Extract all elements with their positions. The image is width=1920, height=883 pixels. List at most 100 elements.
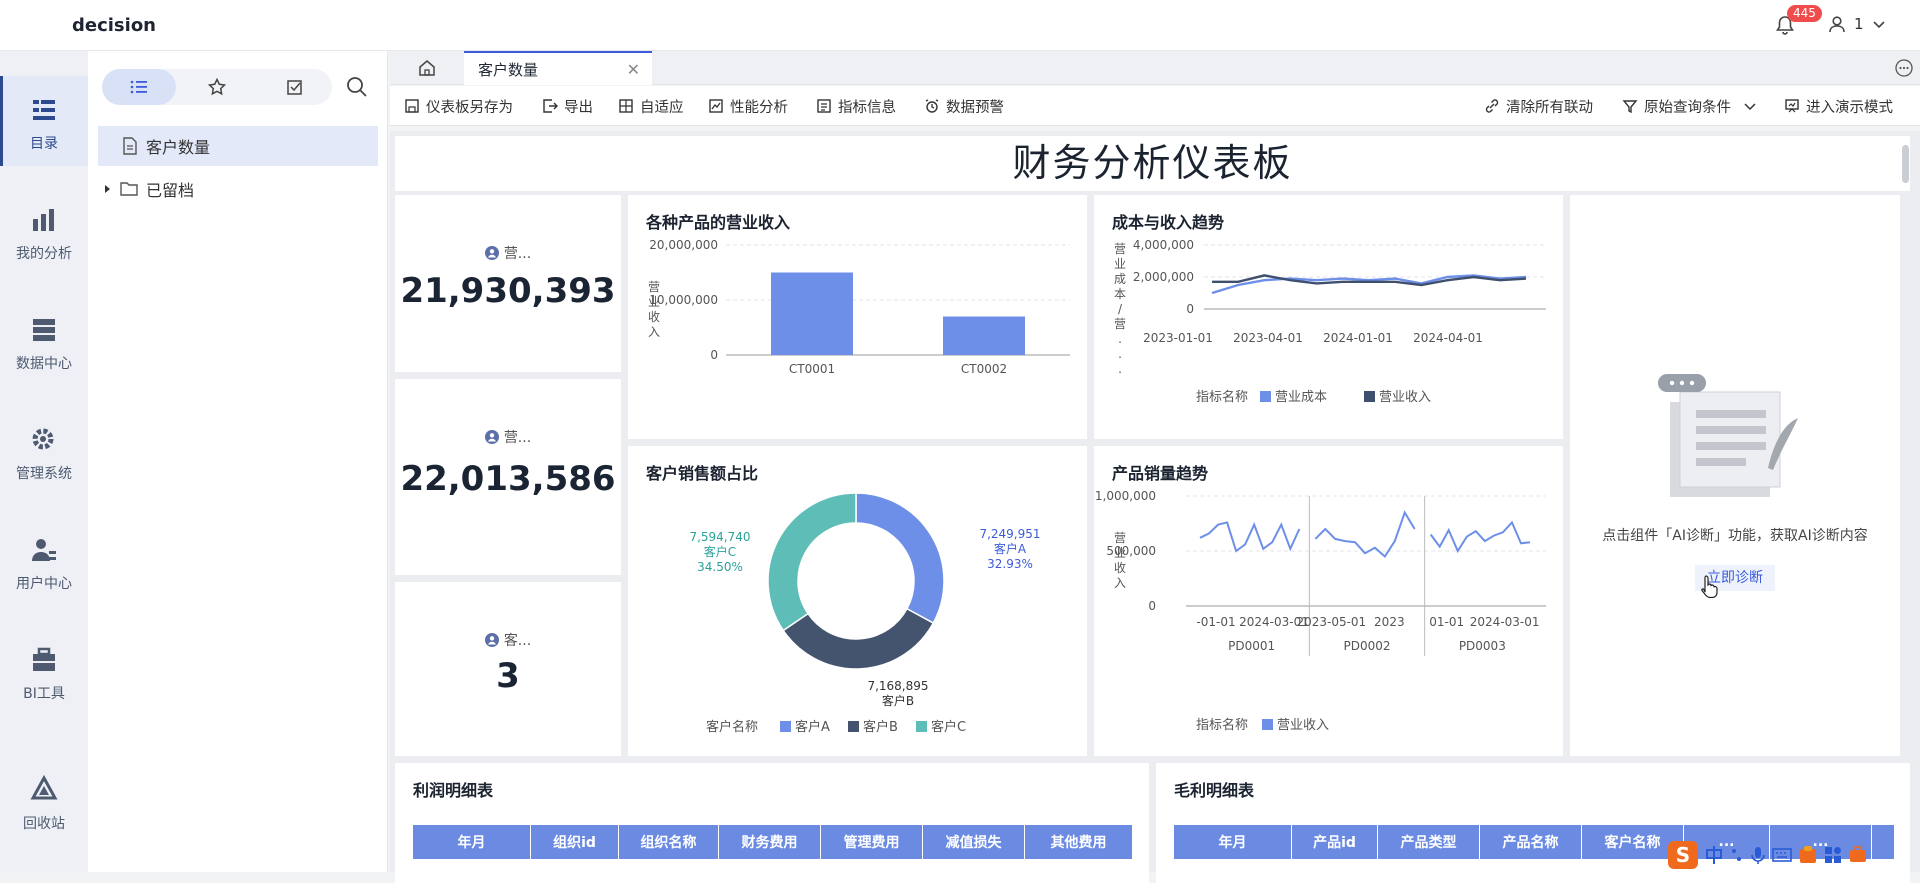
- apps-grid-icon: [1825, 847, 1841, 863]
- list-view-tab[interactable]: [102, 69, 176, 105]
- column-header[interactable]: 年月: [413, 825, 531, 859]
- data-label: 34.50%: [697, 560, 743, 574]
- vertical-scrollbar[interactable]: [1902, 145, 1909, 183]
- nav-item-my-analysis[interactable]: 我的分析: [0, 186, 88, 276]
- product-sales-chart-card[interactable]: 产品销量趋势 1,000,000 500,000 0 营业收入 -01-01 2024-0…: [1094, 446, 1563, 756]
- panel-label: PD0001: [1228, 639, 1275, 653]
- legend-label: 营业收入: [1379, 390, 1431, 405]
- tab-bar: 客户数量 ✕: [390, 51, 1920, 85]
- data-alert-button[interactable]: 数据预警: [924, 86, 1004, 126]
- column-header[interactable]: 组织名称: [619, 825, 719, 859]
- nav-label: 用户中心: [16, 576, 72, 592]
- y-axis-label: .: [1118, 347, 1122, 361]
- nav-label: 回收站: [23, 816, 65, 832]
- panel-label: PD0002: [1343, 639, 1390, 653]
- tab-customer-count[interactable]: 客户数量 ✕: [464, 51, 652, 85]
- presentation-mode-button[interactable]: 进入演示模式: [1784, 86, 1893, 126]
- search-icon[interactable]: [343, 73, 371, 101]
- adapt-icon: [619, 99, 633, 113]
- data-label: 客户C: [704, 544, 736, 559]
- gear-icon: [32, 428, 54, 450]
- y-axis-label: .: [1118, 332, 1122, 346]
- save-as-button[interactable]: 仪表板另存为: [404, 86, 513, 126]
- bar: [771, 272, 853, 355]
- user-menu[interactable]: 1: [1828, 15, 1886, 33]
- close-icon[interactable]: ✕: [627, 60, 640, 79]
- user-circle-icon: [484, 246, 499, 260]
- x-tick-label: 2024-04-01: [1413, 331, 1483, 345]
- data-label: 7,594,740: [689, 530, 750, 544]
- data-label: 客户A: [994, 541, 1027, 556]
- column-header[interactable]: 组织id: [531, 825, 619, 859]
- legend-swatch: [848, 721, 859, 732]
- nav-item-bi-tools[interactable]: BI工具: [0, 626, 88, 716]
- skin-icon: [1800, 846, 1816, 863]
- performance-icon: [709, 99, 723, 113]
- export-icon: [543, 99, 558, 113]
- query-condition-dropdown[interactable]: 原始查询条件: [1622, 86, 1757, 126]
- tree-item-archived[interactable]: 已留档: [98, 169, 378, 209]
- export-button[interactable]: 导出: [542, 86, 593, 126]
- user-circle-icon: [484, 633, 499, 647]
- x-tick-label: 2023-05-01: [1296, 615, 1366, 629]
- x-tick-label: 2023-01-01: [1143, 331, 1213, 345]
- keyboard-icon: [1772, 848, 1792, 862]
- column-header[interactable]: 管理费用: [821, 825, 923, 859]
- customer-share-chart-card[interactable]: 客户销售额占比 7,249,951 客户A 32.93% 7,168,895 客户B 7,…: [628, 446, 1087, 756]
- column-header[interactable]: 产品类型: [1378, 825, 1480, 859]
- save-as-icon: [405, 99, 419, 113]
- nav-item-user-center[interactable]: 用户中心: [0, 516, 88, 606]
- nav-item-management[interactable]: 管理系统: [0, 406, 88, 496]
- series-line: [1199, 521, 1301, 553]
- edit-check-icon: [287, 80, 302, 95]
- chevron-down-icon: [1872, 21, 1885, 29]
- brand-title: decision: [72, 15, 156, 36]
- column-header[interactable]: 其他费用: [1025, 825, 1133, 859]
- nav-label: 目录: [30, 136, 58, 152]
- presentation-label: 进入演示模式: [1806, 99, 1893, 116]
- nav-item-recycle-bin[interactable]: 回收站: [0, 756, 88, 846]
- multi-panel-line-chart: 1,000,000500,0000营业收入-01-01 2024-03-01PD0…: [1095, 489, 1546, 733]
- column-header[interactable]: 减值损失: [923, 825, 1025, 859]
- column-header[interactable]: 产品id: [1292, 825, 1378, 859]
- donut-slice: [855, 492, 945, 625]
- table-title: 利润明细表: [413, 781, 494, 800]
- column-header[interactable]: 年月: [1174, 825, 1292, 859]
- user-name: 1: [1854, 15, 1864, 33]
- analysis-icon: [33, 209, 54, 231]
- nav-item-data-center[interactable]: 数据中心: [0, 296, 88, 386]
- tree-view-tabs: [102, 69, 332, 105]
- kpi-card: 营... 22,013,586: [395, 379, 621, 575]
- adapt-button[interactable]: 自适应: [618, 86, 684, 126]
- ime-toolbar[interactable]: S: [1664, 838, 1920, 872]
- table-title: 毛利明细表: [1174, 781, 1255, 800]
- legend-swatch: [1260, 391, 1271, 402]
- hand-cursor-icon: [1701, 575, 1718, 598]
- donut-slice: [767, 492, 857, 632]
- bar-chart-card[interactable]: 各种产品的营业收入 20,000,000 10,000,000 0 营业收入 CT000…: [628, 195, 1087, 439]
- home-tab[interactable]: [390, 51, 464, 85]
- y-axis-label: .: [1118, 362, 1122, 376]
- column-header[interactable]: 财务费用: [719, 825, 821, 859]
- profit-detail-table-card: 利润明细表 年月 组织id 组织名称 财务费用 管理费用 减值损失 其他费用: [395, 763, 1149, 883]
- nav-item-catalog[interactable]: 目录: [0, 76, 88, 166]
- legend-title: 指标名称: [1196, 717, 1248, 733]
- indicator-info-button[interactable]: 指标信息: [816, 86, 896, 126]
- column-header[interactable]: 产品名称: [1480, 825, 1582, 859]
- kpi-value: 3: [496, 656, 520, 696]
- export-label: 导出: [564, 99, 593, 116]
- filter-icon: [1622, 100, 1638, 114]
- cost-revenue-chart-card[interactable]: 成本与收入趋势 4,000,000 2,000,000 0 营业成本 / 营... 2023…: [1094, 195, 1563, 439]
- tasks-tab[interactable]: [258, 69, 332, 105]
- data-label: 7,249,951: [979, 527, 1040, 541]
- y-axis-label: 成: [1114, 272, 1126, 286]
- y-axis-label: 收: [1114, 561, 1126, 575]
- clear-links-button[interactable]: 清除所有联动: [1484, 86, 1593, 126]
- legend-swatch: [1262, 719, 1273, 730]
- alarm-icon: [925, 99, 939, 113]
- y-axis-label: 本: [1114, 287, 1126, 301]
- more-icon[interactable]: [1894, 58, 1914, 78]
- tree-item-customer-count[interactable]: 客户数量: [98, 126, 378, 166]
- performance-button[interactable]: 性能分析: [708, 86, 788, 126]
- favorites-tab[interactable]: [180, 69, 254, 105]
